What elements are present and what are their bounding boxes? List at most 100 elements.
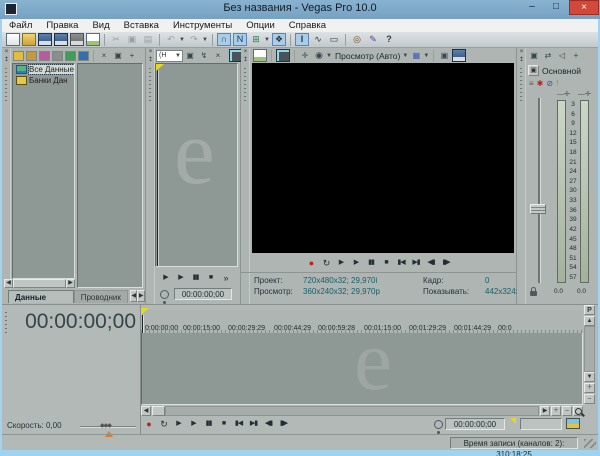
trimmer-overflow-icon[interactable]: » <box>218 271 233 285</box>
event-media-icon[interactable] <box>566 418 580 429</box>
media-properties-icon[interactable]: ▣ <box>112 50 124 61</box>
tree-item-label[interactable]: Все Данные <box>28 64 74 75</box>
trimmer-play-from-start-button[interactable]: ▶ <box>158 271 173 285</box>
menu-item[interactable]: Вид <box>85 20 116 31</box>
undo-dropdown-icon[interactable]: ▼ <box>179 37 186 43</box>
previous-frame-button[interactable]: ◀▮ <box>424 256 439 270</box>
timeline-big-timecode[interactable]: 00:00:00;00 <box>12 309 136 334</box>
menu-item[interactable]: Файл <box>2 20 39 31</box>
trimmer-play-button[interactable]: ▶ <box>173 271 188 285</box>
pause-button[interactable]: ▮▮ <box>201 417 216 431</box>
h-scroll-right-icon[interactable]: ▶ <box>540 406 550 416</box>
external-monitor-icon[interactable] <box>276 49 290 62</box>
add-bin-icon[interactable]: + <box>126 50 138 61</box>
selection-edit-tool-button[interactable]: ▭ <box>327 33 341 46</box>
zoom-edit-tool-button[interactable]: ◎ <box>350 33 364 46</box>
interactive-tutorials-button[interactable]: ✎ <box>366 33 380 46</box>
v-scroll-track[interactable] <box>584 326 595 372</box>
copy-snapshot-icon[interactable]: ▣ <box>438 50 450 61</box>
close-panel-icon[interactable]: × <box>242 49 249 56</box>
v-scroll-up-icon[interactable]: ▲ <box>584 316 595 326</box>
bus-collapse-icon[interactable]: ▣ <box>528 65 539 76</box>
volume-fader-handle[interactable] <box>530 204 546 214</box>
title-bar[interactable]: Без названия - Vegas Pro 10.0 – □ × <box>0 0 600 19</box>
resize-grip[interactable] <box>584 439 596 448</box>
bulb-icon[interactable] <box>434 420 443 429</box>
play-button[interactable]: ▶ <box>349 256 364 270</box>
go-to-end-button[interactable]: ▶▮ <box>246 417 261 431</box>
meter-cap-icon[interactable]: —✛ <box>578 90 591 98</box>
timeline-drag-handle[interactable] <box>5 312 7 334</box>
close-button[interactable]: × <box>569 0 599 15</box>
menu-item[interactable]: Инструменты <box>166 20 239 31</box>
go-to-end-button[interactable]: ▶▮ <box>409 256 424 270</box>
tab-explorer[interactable]: Проводник <box>73 290 128 303</box>
insert-fx-icon[interactable]: + <box>570 50 582 61</box>
video-display[interactable] <box>252 63 514 253</box>
lock-fader-icon[interactable] <box>530 287 537 296</box>
previous-frame-button[interactable]: ◀▮ <box>261 417 276 431</box>
loop-playback-button[interactable]: ↻ <box>319 256 334 270</box>
open-project-button[interactable] <box>22 33 36 46</box>
rate-slider-handle[interactable]: ◆◆◆ <box>100 422 112 429</box>
cut-button[interactable]: ✂ <box>109 33 123 46</box>
menu-item[interactable]: Справка <box>282 20 333 31</box>
tab-scroll-right-icon[interactable]: ▶ <box>137 290 146 302</box>
panel-grip[interactable]: × ↥ <box>146 48 155 304</box>
preview-quality-dropdown-icon[interactable]: ▼ <box>326 53 333 59</box>
project-video-properties-icon[interactable] <box>253 49 267 62</box>
trimmer-history-combo[interactable]: (H ▼ <box>156 49 183 62</box>
solo-icon[interactable]: ! <box>556 79 559 88</box>
maximize-button[interactable]: □ <box>544 0 568 15</box>
go-to-start-button[interactable]: ▮◀ <box>394 256 409 270</box>
remove-media-icon[interactable]: × <box>98 50 110 61</box>
auto-ripple-button[interactable]: N <box>233 33 247 46</box>
whats-this-help-button[interactable]: ? <box>382 33 396 46</box>
trimmer-stop-button[interactable]: ■ <box>203 271 218 285</box>
volume-fader-track[interactable] <box>538 98 540 283</box>
play-from-start-button[interactable]: ▶ <box>334 256 349 270</box>
h-scroll-thumb[interactable] <box>152 406 165 416</box>
tree-item-all-media[interactable]: Все Данные <box>13 64 74 75</box>
go-to-start-button[interactable]: ▮◀ <box>231 417 246 431</box>
mixer-properties-icon[interactable]: ▣ <box>528 50 540 61</box>
tab-project-media[interactable]: Данные проекта <box>8 290 74 315</box>
envelope-edit-tool-button[interactable]: ∿ <box>311 33 325 46</box>
play-button[interactable]: ▶ <box>186 417 201 431</box>
pin-panel-icon[interactable]: ↥ <box>518 57 525 64</box>
downmix-output-icon[interactable]: ⇄ <box>542 50 554 61</box>
close-panel-icon[interactable]: × <box>3 49 10 56</box>
dim-output-icon[interactable]: ◁ <box>556 50 568 61</box>
drag-handle[interactable] <box>5 68 7 102</box>
h-zoom-in-icon[interactable]: ＋ <box>551 406 561 416</box>
menu-item[interactable]: Вставка <box>117 20 166 31</box>
preview-quality-icon[interactable]: ◉ <box>313 50 325 61</box>
render-as-button[interactable] <box>54 33 68 46</box>
record-button[interactable]: ● <box>304 256 319 270</box>
trimmer-timecode[interactable]: 00:00:00;00 <box>174 288 232 300</box>
tab-scroll-left-icon[interactable]: ◀ <box>129 290 138 302</box>
meter-left[interactable] <box>557 100 566 283</box>
panel-grip[interactable]: × ↥ <box>2 48 11 304</box>
selection-length-box[interactable] <box>520 418 562 430</box>
media-list[interactable] <box>77 63 143 288</box>
redo-dropdown-icon[interactable]: ▼ <box>202 37 209 43</box>
get-media-from-web-icon[interactable] <box>65 50 76 61</box>
ignore-event-grouping-button[interactable]: ❖ <box>272 33 286 46</box>
device-explorer-icon[interactable] <box>78 50 89 61</box>
drag-handle[interactable] <box>244 68 246 102</box>
timeline-panel-button[interactable]: P <box>584 305 595 315</box>
close-panel-icon[interactable]: × <box>518 49 525 56</box>
next-frame-button[interactable]: ▮▶ <box>276 417 291 431</box>
save-snapshot-icon[interactable] <box>452 49 467 62</box>
v-scroll-down-icon[interactable]: ▼ <box>584 372 595 382</box>
scroll-left-icon[interactable]: ◀ <box>4 279 13 288</box>
project-properties-button[interactable] <box>86 33 100 46</box>
paste-button[interactable]: ▤ <box>141 33 155 46</box>
loop-playback-button[interactable]: ↻ <box>156 417 171 431</box>
redo-button[interactable]: ↷ <box>187 33 201 46</box>
new-project-button[interactable] <box>6 33 20 46</box>
split-screen-icon[interactable]: ✛ <box>299 50 311 61</box>
play-from-start-button[interactable]: ▶ <box>171 417 186 431</box>
meter-cap-icon[interactable]: —✛ <box>557 90 570 98</box>
